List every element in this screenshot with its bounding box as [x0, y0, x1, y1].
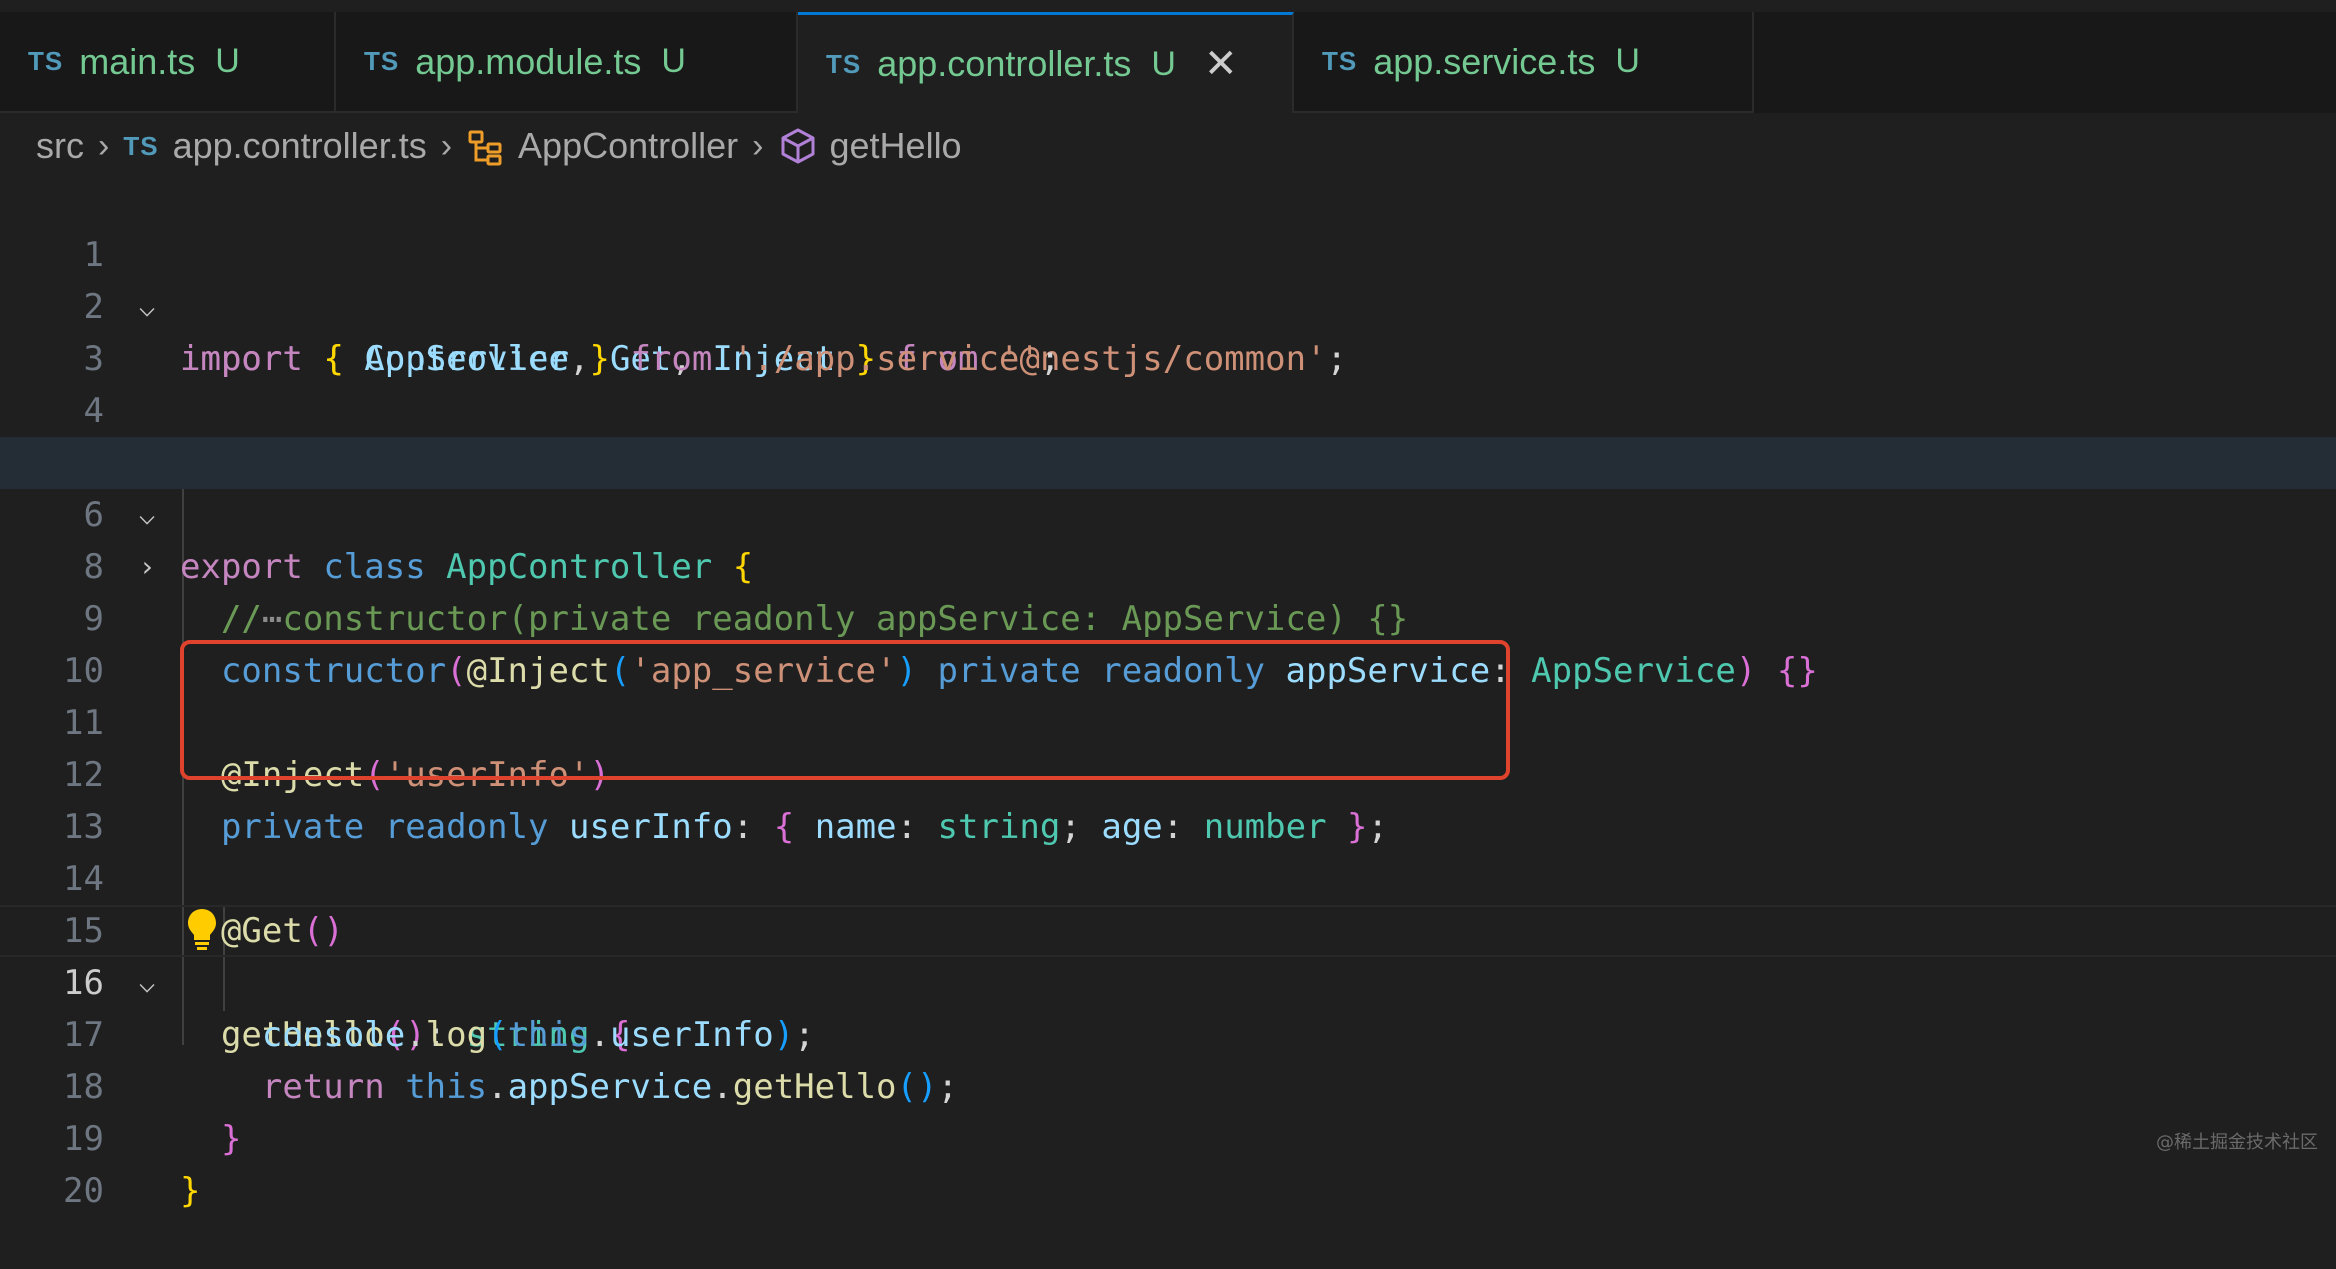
git-status-badge: U — [215, 42, 240, 80]
tab-app-controller-ts[interactable]: TS app.controller.ts U ✕ — [798, 12, 1294, 113]
tab-label: main.ts — [79, 40, 196, 82]
code-line[interactable]: 20 — [0, 1113, 2336, 1211]
code-line-current[interactable]: 16 console.log(this.userInfo); — [0, 905, 2336, 1055]
breadcrumb-folder[interactable]: src — [36, 125, 84, 167]
line-number: 20 — [63, 1171, 104, 1211]
tab-app-service-ts[interactable]: TS app.service.ts U — [1294, 12, 1754, 113]
code-line[interactable]: 18 } — [0, 1009, 2336, 1159]
typescript-file-icon: TS — [1322, 46, 1358, 76]
chevron-right-icon: › — [440, 126, 453, 165]
tab-label: app.service.ts — [1373, 40, 1596, 82]
chevron-right-icon: › — [752, 126, 764, 165]
code-line-folded[interactable]: 6 › //⋯ — [0, 437, 2336, 639]
code-line[interactable]: 9 constructor(@Inject('app_service') pri… — [0, 541, 2336, 691]
tab-label: app.module.ts — [415, 40, 642, 82]
breadcrumb-class[interactable]: AppController — [518, 125, 738, 167]
code-line[interactable]: 17 return this.appService.getHello(); — [0, 957, 2336, 1107]
code-line[interactable]: 5 ⌵ export class AppController { — [0, 385, 2336, 587]
chevron-right-icon: › — [98, 126, 110, 165]
highlight-annotation-box — [180, 640, 1510, 780]
lightbulb-icon[interactable] — [186, 907, 218, 956]
typescript-file-icon: TS — [123, 130, 159, 161]
code-line[interactable]: 2 import { AppService } from './app.serv… — [0, 229, 2336, 379]
code-line[interactable]: 8 // constructor(private readonly appSer… — [0, 489, 2336, 639]
git-status-badge: U — [661, 42, 686, 80]
watermark: @稀土掘金技术社区 — [2156, 1132, 2318, 1153]
method-symbol-icon — [778, 126, 818, 166]
code-line[interactable]: 10 — [0, 593, 2336, 691]
typescript-file-icon: TS — [28, 46, 64, 76]
code-line[interactable]: 14 @Get() — [0, 801, 2336, 951]
close-icon[interactable]: ✕ — [1204, 44, 1238, 84]
tab-main-ts[interactable]: TS main.ts U — [0, 12, 336, 113]
code-line[interactable]: 19 } — [0, 1061, 2336, 1211]
code-editor[interactable]: 1 ⌵ import { Controller, Get, Inject } f… — [0, 177, 2336, 1211]
git-status-badge: U — [1615, 42, 1640, 80]
code-line[interactable]: 1 ⌵ import { Controller, Get, Inject } f… — [0, 177, 2336, 379]
class-symbol-icon — [466, 126, 506, 166]
breadcrumb: src › TS app.controller.ts › AppControll… — [0, 113, 2336, 179]
breadcrumb-file[interactable]: app.controller.ts — [173, 125, 427, 167]
breadcrumb-method[interactable]: getHello — [830, 125, 962, 167]
typescript-file-icon: TS — [364, 46, 400, 76]
git-status-badge: U — [1151, 44, 1176, 83]
tab-bar: TS main.ts U TS app.module.ts U TS app.c… — [0, 0, 2336, 113]
code-line[interactable]: 15 ⌵ getHello(): string { — [0, 853, 2336, 1055]
code-line[interactable]: 3 — [0, 281, 2336, 379]
tab-app-module-ts[interactable]: TS app.module.ts U — [336, 12, 798, 113]
typescript-file-icon: TS — [826, 48, 862, 79]
code-line[interactable]: 4 @Controller() — [0, 333, 2336, 483]
tab-label: app.controller.ts — [877, 43, 1132, 84]
